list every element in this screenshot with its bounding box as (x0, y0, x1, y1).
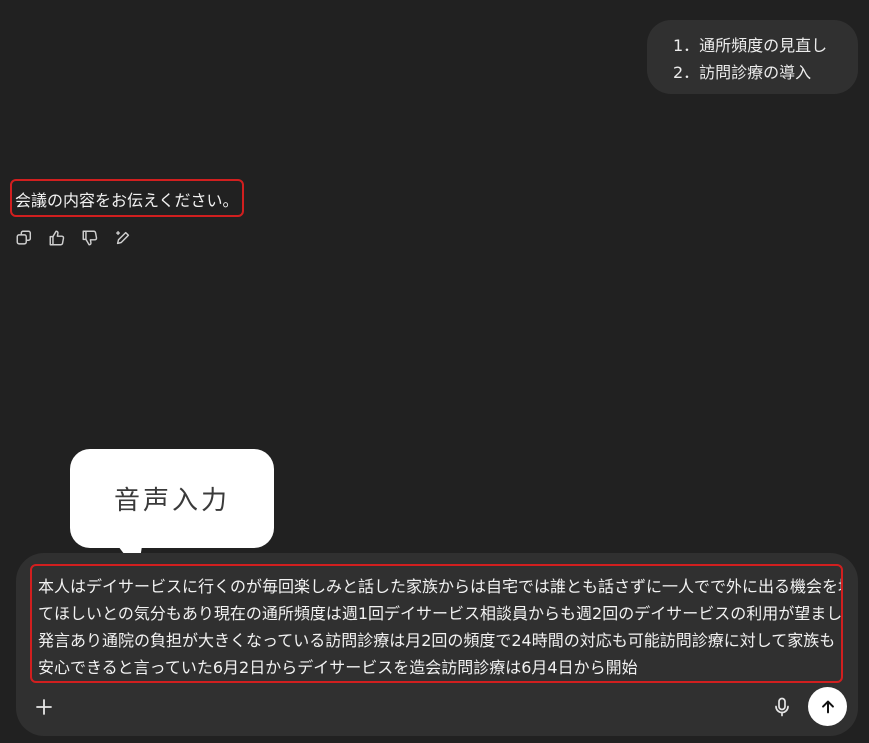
attach-button[interactable] (33, 696, 55, 718)
input-line-1: 本人はデイサービスに行くのが毎回楽しみと話した家族からは自宅では誰とも話さずに一… (38, 577, 843, 596)
user-message-line-2: 2．訪問診療の導入 (673, 63, 812, 82)
user-message-bubble: 1．通所頻度の見直し 2．訪問診療の導入 (647, 20, 858, 94)
edit-button[interactable] (113, 228, 133, 248)
thumbs-up-icon (49, 230, 65, 246)
input-line-2: てほしいとの気分もあり現在の通所頻度は週1回デイサービス相談員からも週2回のデイ… (38, 604, 843, 623)
thumbs-down-button[interactable] (80, 228, 100, 248)
copy-icon (16, 230, 32, 245)
send-button[interactable] (808, 687, 847, 726)
voice-input-callout: 音声入力 (70, 449, 274, 548)
input-line-4: 安心できると言っていた6月2日からデイサービスを造会訪問診療は6月4日から開始 (38, 658, 638, 677)
assistant-message: 会議の内容をお伝えください。 (10, 179, 244, 217)
copy-button[interactable] (14, 228, 34, 248)
message-actions (14, 228, 133, 248)
plus-icon (36, 699, 52, 715)
thumbs-down-icon (82, 230, 98, 246)
microphone-icon (775, 697, 789, 717)
arrow-up-icon (821, 700, 834, 713)
input-line-3: 発言あり通院の負担が大きくなっている訪問診療は月2回の頻度で24時間の対応も可能… (38, 631, 836, 650)
microphone-button[interactable] (771, 696, 793, 718)
user-message-line-1: 1．通所頻度の見直し (673, 36, 828, 55)
edit-icon (115, 230, 130, 245)
thumbs-up-button[interactable] (47, 228, 67, 248)
callout-label: 音声入力 (113, 486, 230, 516)
message-input[interactable]: 本人はデイサービスに行くのが毎回楽しみと話した家族からは自宅では誰とも話さずに一… (30, 564, 843, 683)
